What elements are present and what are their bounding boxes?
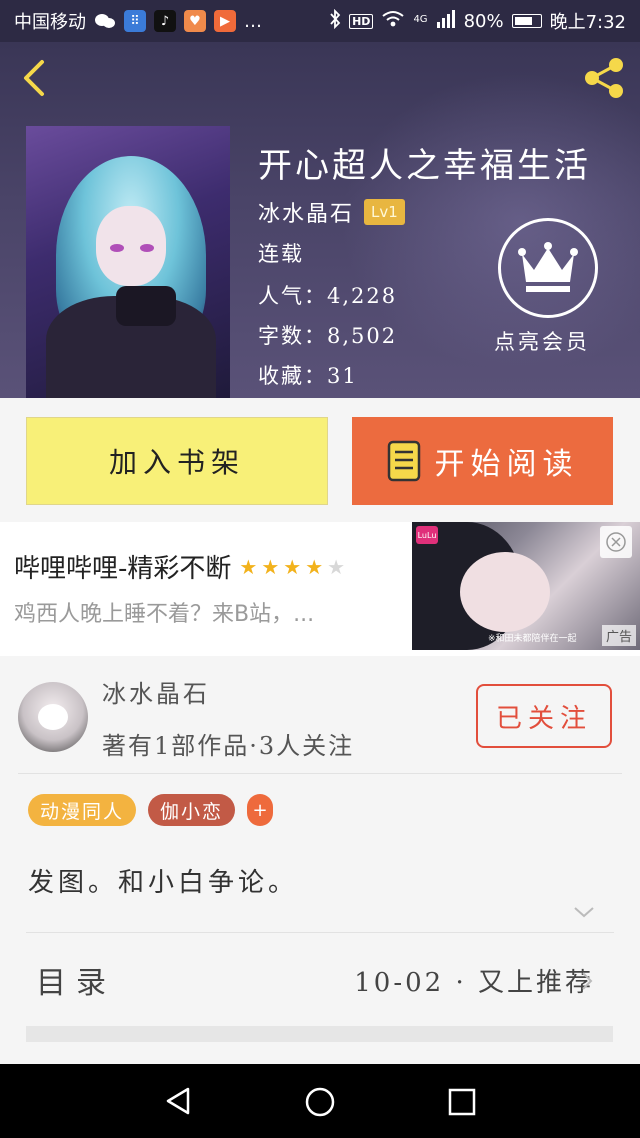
system-nav-bar [0, 1064, 640, 1138]
tag-item[interactable]: 动漫同人 [28, 794, 137, 826]
add-to-shelf-button[interactable]: 加入书架 [26, 417, 328, 505]
ad-image-face [460, 552, 550, 632]
avatar-face [38, 704, 68, 730]
circle-home-icon [305, 1087, 335, 1117]
back-button[interactable] [16, 58, 52, 98]
author-profile-name[interactable]: 冰水晶石 [102, 674, 210, 709]
word-count-stat: 字数：8,502 [258, 320, 397, 350]
add-tag-button[interactable]: + [247, 794, 274, 826]
carrier-label: 中国移动 [14, 12, 86, 33]
rating-stars: ★ ★ ★ ★ ★ [239, 555, 345, 579]
hd-badge: HD [349, 13, 374, 29]
crown-icon [518, 242, 578, 292]
signal-icon [436, 9, 456, 33]
nav-home-button[interactable] [304, 1086, 336, 1122]
chevron-right-icon [582, 972, 593, 990]
start-reading-label: 开始阅读 [434, 447, 579, 482]
status-bar: 中国移动 ⠿ ♪ ♥ ▶ … HD 4G 80% 晚上7:32 [0, 0, 640, 42]
toc-label[interactable]: 目录 [36, 958, 116, 1002]
cover-hand [116, 286, 176, 326]
words-value: 8,502 [327, 324, 398, 348]
tag-item[interactable]: 伽小恋 [148, 794, 236, 826]
ad-caption: ※和田未都陪伴在一起 [488, 634, 577, 644]
divider [26, 932, 614, 933]
ad-close-button[interactable] [600, 526, 632, 558]
popularity-value: 4,228 [327, 284, 398, 308]
wifi-icon [381, 10, 405, 33]
author-works-count: 著有1部作品·3人关注 [102, 732, 355, 760]
ad-title: 哔哩哔哩-精彩不断 [14, 554, 232, 584]
divider [18, 773, 622, 774]
vip-label: 点亮会员 [494, 330, 590, 354]
heart-app-icon: ♥ [184, 10, 206, 32]
avatar[interactable] [18, 682, 88, 752]
close-icon [606, 532, 626, 552]
ad-title-row: 哔哩哔哩-精彩不断 ★ ★ ★ ★ ★ [14, 548, 345, 585]
ad-subtitle: 鸡西人晚上睡不着？来B站，... [14, 602, 315, 627]
author-name[interactable]: 冰水晶石 [258, 196, 354, 228]
share-button[interactable] [580, 56, 628, 100]
action-bar: 加入书架 开始阅读 [0, 398, 640, 522]
words-label: 字数： [258, 324, 327, 348]
book-cover[interactable] [26, 126, 230, 398]
baidu-icon: ⠿ [124, 10, 146, 32]
nav-back-button[interactable] [164, 1086, 192, 1120]
section-separator [26, 1026, 613, 1042]
star-icon: ★ [261, 554, 280, 579]
popularity-label: 人气： [258, 284, 327, 308]
bluetooth-icon [329, 8, 341, 34]
tiktok-icon: ♪ [154, 10, 176, 32]
serial-status: 连载 [258, 242, 304, 266]
favorites-stat: 收藏：31 [258, 360, 358, 390]
author-line: 冰水晶石 Lv1 [258, 196, 405, 228]
battery-icon [511, 14, 542, 28]
book-icon [387, 440, 420, 482]
chevron-down-icon [574, 907, 594, 918]
favorites-value: 31 [327, 364, 358, 388]
square-recent-icon [448, 1088, 476, 1116]
level-badge: Lv1 [364, 199, 405, 225]
star-icon: ★ [239, 554, 258, 579]
expand-button[interactable] [572, 904, 596, 920]
popularity-stat: 人气：4,228 [258, 280, 397, 310]
triangle-back-icon [166, 1087, 190, 1115]
star-icon: ★ [327, 554, 346, 579]
tag-list: 动漫同人 伽小恋 + [28, 794, 274, 826]
ad-image[interactable]: LuLu ※和田未都陪伴在一起 广告 [412, 522, 640, 650]
ad-banner[interactable]: 哔哩哔哩-精彩不断 ★ ★ ★ ★ ★ 鸡西人晚上睡不着？来B站，... LuLu ※和… [0, 522, 640, 656]
battery-percent: 80% [463, 10, 504, 32]
ad-logo: LuLu [416, 526, 438, 544]
start-reading-button[interactable]: 开始阅读 [352, 417, 613, 505]
favorites-label: 收藏： [258, 364, 327, 388]
share-icon [585, 58, 623, 98]
ad-badge: 广告 [601, 625, 636, 646]
toc-latest-update[interactable]: 10-02 · 又上推荐 [354, 962, 594, 999]
book-title: 开心超人之幸福生活 [258, 146, 591, 186]
clock: 晚上7:32 [549, 12, 626, 33]
author-section: 冰水晶石 著有1部作品·3人关注 已关注 动漫同人 伽小恋 + 发图。和小白争论… [0, 656, 640, 1064]
follow-button[interactable]: 已关注 [476, 684, 612, 748]
nav-recent-button[interactable] [448, 1088, 476, 1120]
network-type: 4G [413, 14, 428, 25]
cover-eye [140, 244, 154, 252]
back-arrow-icon [24, 60, 44, 96]
book-header: 开心超人之幸福生活 冰水晶石 Lv1 连载 人气：4,228 字数：8,502 … [0, 42, 640, 398]
cover-eye [110, 244, 124, 252]
vip-button[interactable] [498, 218, 598, 318]
video-app-icon: ▶ [214, 10, 236, 32]
star-icon: ★ [283, 554, 302, 579]
toc-arrow[interactable] [580, 970, 594, 992]
more-notifications-icon: … [244, 10, 262, 32]
book-description: 发图。和小白争论。 [28, 868, 299, 898]
star-icon: ★ [305, 554, 324, 579]
cover-face [96, 206, 166, 286]
wechat-icon [94, 10, 116, 32]
